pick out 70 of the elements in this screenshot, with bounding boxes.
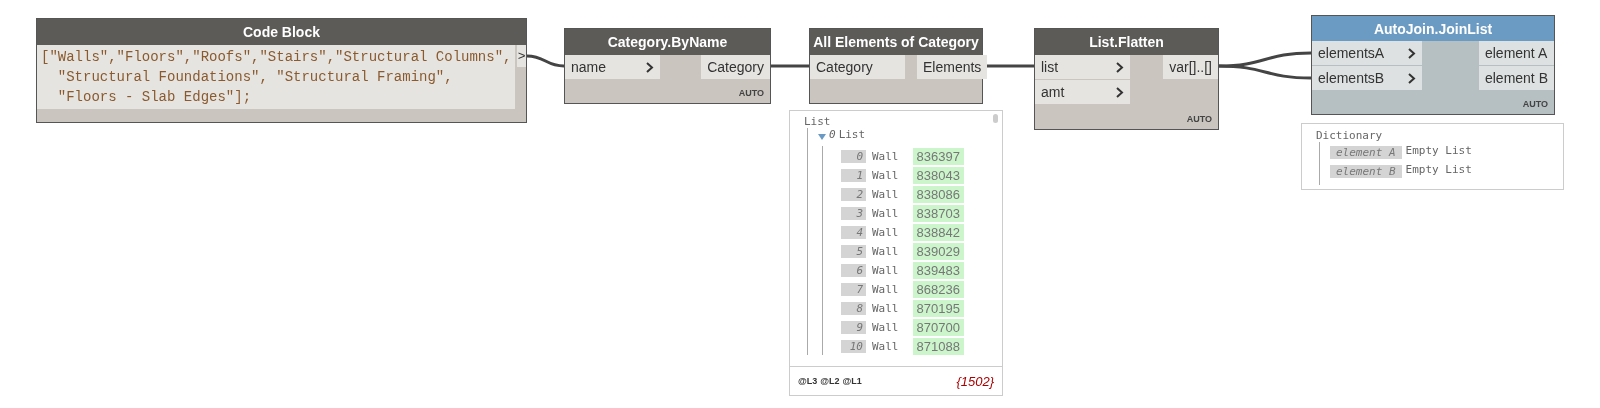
output-port[interactable]: > xyxy=(517,45,526,67)
element-id: 870195 xyxy=(912,300,964,317)
item-index: 0 xyxy=(841,150,866,163)
item-type: Wall xyxy=(872,264,899,277)
item-index: 5 xyxy=(841,245,866,258)
element-id: 838086 xyxy=(912,186,964,203)
lacing-label: AUTO xyxy=(738,88,764,98)
level-label[interactable]: @L1 xyxy=(842,376,862,386)
lacing-label: AUTO xyxy=(1522,99,1548,109)
list-title: List xyxy=(804,115,831,128)
item-type: Wall xyxy=(872,340,899,353)
item-index: 9 xyxy=(841,321,866,334)
element-id: 868236 xyxy=(912,281,964,298)
element-id: 870700 xyxy=(912,319,964,336)
output-port[interactable]: element A xyxy=(1478,41,1554,66)
input-port[interactable]: name xyxy=(565,55,660,79)
level-label[interactable]: @L2 xyxy=(820,376,840,386)
item-type: Wall xyxy=(872,169,899,182)
item-index: 10 xyxy=(841,340,866,353)
item-type: Wall xyxy=(872,245,899,258)
element-id: 838043 xyxy=(912,167,964,184)
level-label[interactable]: @L3 xyxy=(798,376,818,386)
input-port[interactable]: elementsB xyxy=(1312,66,1422,91)
element-id: 838703 xyxy=(912,205,964,222)
element-id: 838842 xyxy=(912,224,964,241)
item-index: 7 xyxy=(841,283,866,296)
item-type: Wall xyxy=(872,283,899,296)
list-index: 0 xyxy=(829,128,836,141)
entry-key: element B xyxy=(1330,164,1402,178)
node-card[interactable]: Code Block ["Walls","Floors","Roofs","Stairs","Structural Columns", "Structural Foundations", "Structural Framing", "Floors - Slab Edges"]; > xyxy=(36,18,527,123)
item-type: Wall xyxy=(872,207,899,220)
node-card[interactable]: Category.ByName name Category AUTO xyxy=(564,28,771,104)
list-title: List xyxy=(838,128,866,141)
output-port[interactable]: Category xyxy=(701,55,770,79)
item-index: 8 xyxy=(841,302,866,315)
output-port[interactable]: element B xyxy=(1478,66,1554,91)
item-index: 2 xyxy=(841,188,866,201)
output-port[interactable]: Elements xyxy=(917,55,988,79)
node-title: Category.ByName xyxy=(565,29,770,55)
item-type: Wall xyxy=(872,321,899,334)
node-title: All Elements of Category xyxy=(810,29,982,55)
code-editor[interactable]: ["Walls","Floors","Roofs","Stairs","Structural Columns", "Structural Foundations", "Structural Framing", "Floors - Slab Edges"]; xyxy=(37,45,516,109)
entry-value: Empty List xyxy=(1405,163,1472,176)
output-port[interactable]: var[]..[] xyxy=(1163,55,1218,79)
node-card[interactable]: List.Flatten list amt var[]..[] AUTO xyxy=(1034,28,1219,130)
item-type: Wall xyxy=(872,226,899,239)
item-count: {1502} xyxy=(956,373,994,389)
element-id: 839483 xyxy=(912,262,964,279)
item-type: Wall xyxy=(872,150,899,163)
entry-value: Empty List xyxy=(1405,144,1472,157)
input-port[interactable]: amt xyxy=(1035,80,1130,104)
item-index: 4 xyxy=(841,226,866,239)
node-card[interactable]: AutoJoin.JoinList elementsA elementsB element A element B AUTO xyxy=(1311,15,1555,115)
element-id: 871088 xyxy=(912,338,964,355)
input-port[interactable]: Category xyxy=(810,55,905,79)
item-index: 3 xyxy=(841,207,866,220)
item-index: 6 xyxy=(841,264,866,277)
input-port[interactable]: elementsA xyxy=(1312,41,1422,66)
dictionary-title: Dictionary xyxy=(1316,129,1383,142)
node-title: AutoJoin.JoinList xyxy=(1312,16,1554,42)
input-port[interactable]: list xyxy=(1035,55,1130,79)
lacing-label: AUTO xyxy=(1186,114,1212,124)
item-type: Wall xyxy=(872,302,899,315)
item-type: Wall xyxy=(872,188,899,201)
element-id: 839029 xyxy=(912,243,964,260)
item-index: 1 xyxy=(841,169,866,182)
entry-key: element A xyxy=(1330,145,1402,159)
element-id: 836397 xyxy=(912,148,964,165)
node-title: List.Flatten xyxy=(1035,29,1218,55)
node-title: Code Block xyxy=(37,19,526,45)
